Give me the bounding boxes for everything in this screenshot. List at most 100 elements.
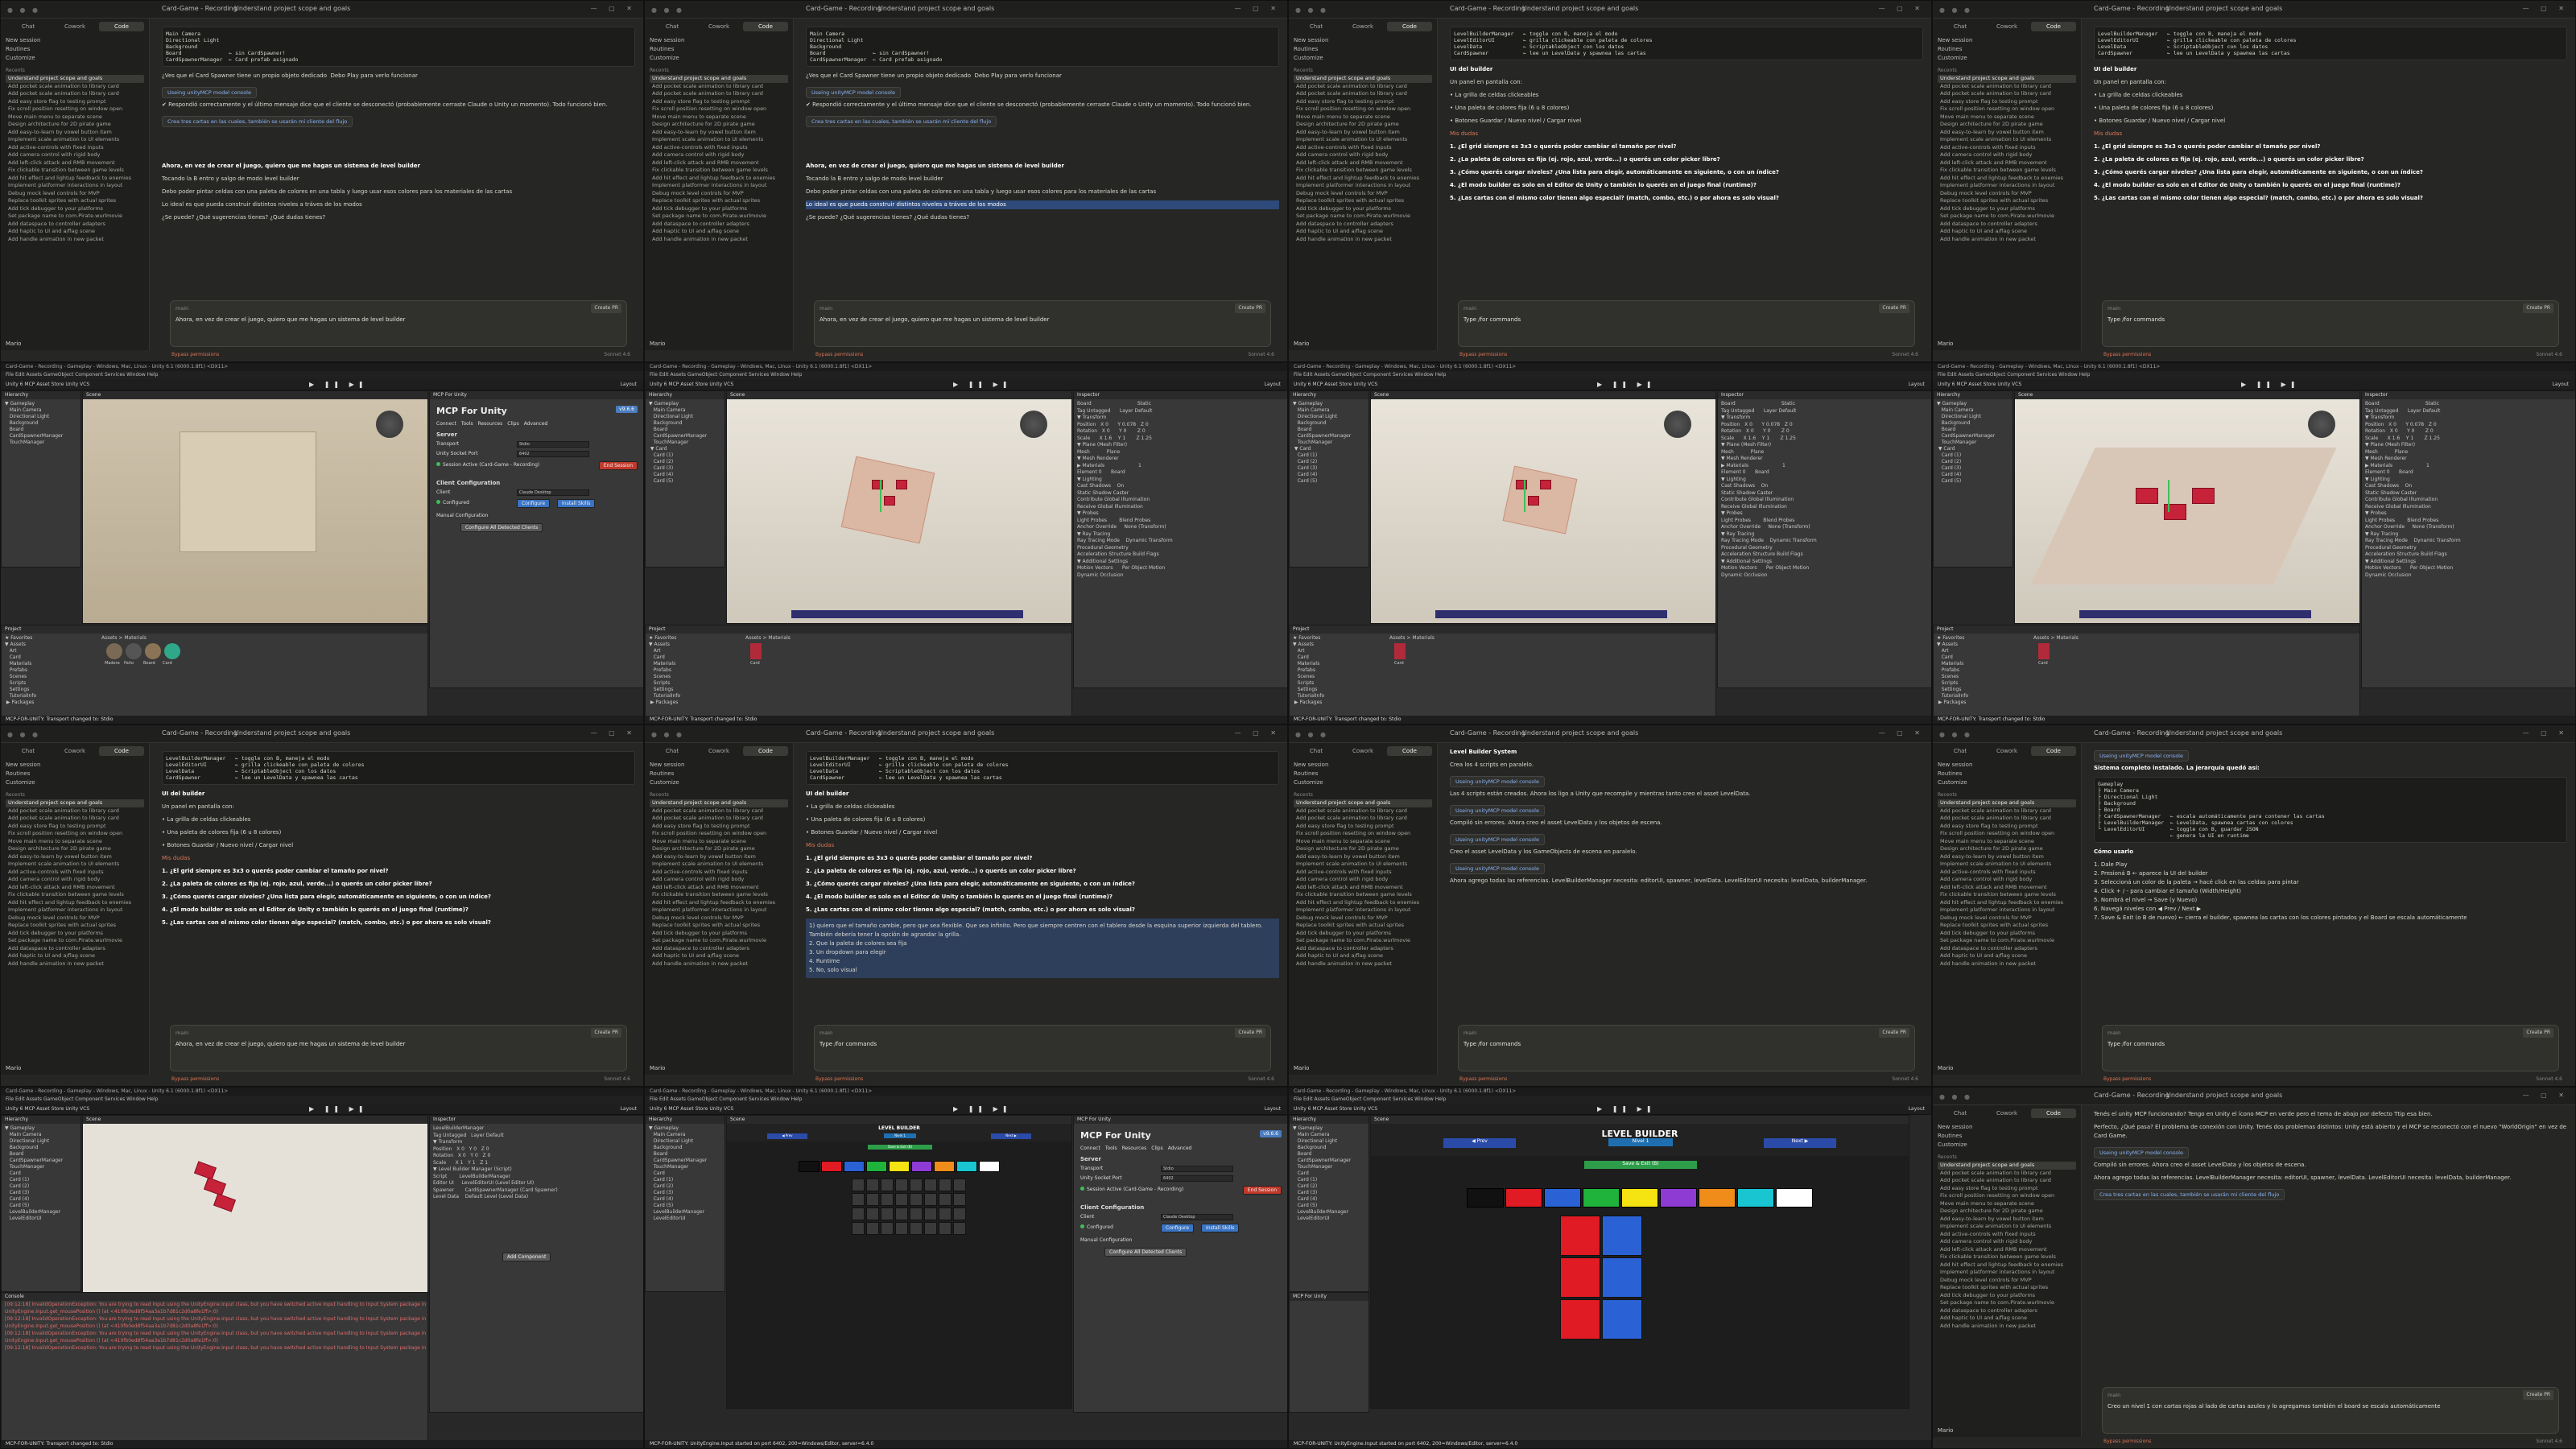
- nav-item[interactable]: Routines: [650, 45, 788, 54]
- session-item[interactable]: Replace toolkit sprites with actual spri…: [650, 922, 788, 930]
- session-item[interactable]: Add haptic to UI and a/flag scene: [1938, 952, 2076, 960]
- session-item[interactable]: Add easy-to-learn by vowel button item: [1938, 853, 2076, 861]
- session-item[interactable]: Add easy-to-learn by vowel button item: [650, 129, 788, 137]
- window-controls-icon[interactable]: ● ● ●: [7, 6, 40, 14]
- nav-item[interactable]: Customize: [650, 54, 788, 63]
- session-item[interactable]: Add active-controls with fixed inputs: [1938, 1231, 2076, 1239]
- prefab-thumb[interactable]: [750, 643, 762, 659]
- grid-cell[interactable]: [910, 1179, 923, 1191]
- board-plane[interactable]: [180, 431, 316, 552]
- permissions-badge[interactable]: Bypass permissions: [2103, 1439, 2151, 1444]
- chat-input[interactable]: main Create PR Type /for commands: [814, 1025, 1271, 1071]
- nav-item[interactable]: New session: [1294, 761, 1432, 770]
- session-item[interactable]: Add tick debugger to your platforms: [650, 930, 788, 938]
- user-name[interactable]: Mario: [1294, 1065, 1309, 1071]
- window-controls-icon[interactable]: ● ● ●: [7, 731, 40, 738]
- transform-gizmo-icon[interactable]: [2168, 480, 2169, 512]
- grid-cell[interactable]: [1602, 1257, 1642, 1298]
- grid-cell[interactable]: [939, 1179, 952, 1191]
- tab-chat[interactable]: Chat: [1938, 1108, 1983, 1118]
- grid-cell[interactable]: [953, 1179, 966, 1191]
- manual-config[interactable]: Manual Configuration: [1080, 1237, 1282, 1243]
- session-item[interactable]: Replace toolkit sprites with actual spri…: [650, 197, 788, 205]
- session-item[interactable]: Move main menu to separate scene: [650, 838, 788, 846]
- session-item[interactable]: Replace toolkit sprites with actual spri…: [1938, 197, 2076, 205]
- inspector-tab[interactable]: MCP For Unity: [430, 391, 643, 399]
- session-item[interactable]: Add pocket scale animation to library ca…: [1294, 815, 1432, 823]
- session-item[interactable]: Implement platformer interactions in lay…: [650, 182, 788, 190]
- session-item[interactable]: Add camera control with rigid body: [6, 876, 144, 884]
- mcp-subtab[interactable]: Tools: [461, 421, 473, 427]
- window-controls-icon[interactable]: ● ● ●: [651, 6, 684, 14]
- toolbar-left[interactable]: Unity 6 MCP Asset Store Unity VCS: [1294, 1106, 1377, 1112]
- session-item[interactable]: Design architecture for 2D pirate game: [6, 121, 144, 129]
- palette-swatch[interactable]: [821, 1161, 842, 1172]
- tab-cowork[interactable]: Cowork: [696, 22, 741, 31]
- mcp-subtab[interactable]: Advanced: [1168, 1146, 1192, 1151]
- session-item[interactable]: Add camera control with rigid body: [650, 876, 788, 884]
- grid-cell[interactable]: [910, 1222, 923, 1235]
- session-item[interactable]: Debug mock level controls for MVP: [1938, 914, 2076, 923]
- tab-chat[interactable]: Chat: [650, 22, 695, 31]
- card-object[interactable]: [884, 496, 895, 506]
- session-item[interactable]: Add handle animation in new packet: [1938, 960, 2076, 968]
- session-item[interactable]: Add hit effect and lightup feedback to e…: [1294, 175, 1432, 183]
- session-item[interactable]: Implement scale animation to UI elements: [650, 136, 788, 144]
- session-item[interactable]: Fix clickable transition between game le…: [650, 167, 788, 175]
- grid-cell[interactable]: [1560, 1216, 1600, 1256]
- tab-cowork[interactable]: Cowork: [52, 746, 97, 756]
- session-item[interactable]: Design architecture for 2D pirate game: [650, 121, 788, 129]
- session-item[interactable]: Add hit effect and lightup feedback to e…: [1294, 899, 1432, 907]
- nav-item[interactable]: New session: [650, 36, 788, 45]
- session-item[interactable]: Add dataspace to controller adapters: [650, 221, 788, 229]
- nav-item[interactable]: New session: [6, 761, 144, 770]
- chat-input[interactable]: main Create PR Type /for commands: [1458, 1025, 1915, 1071]
- session-item[interactable]: Add dataspace to controller adapters: [1938, 1307, 2076, 1315]
- create-pr-button[interactable]: Create PR: [591, 1028, 621, 1038]
- tab-cowork[interactable]: Cowork: [696, 746, 741, 756]
- session-item[interactable]: Add left-click attack and RMB movement: [6, 159, 144, 167]
- model-label[interactable]: Sonnet 4.6: [1248, 1076, 1274, 1082]
- tab-cowork[interactable]: Cowork: [1984, 1108, 2029, 1118]
- session-item[interactable]: Add active-controls with fixed inputs: [650, 869, 788, 877]
- session-item[interactable]: Debug mock level controls for MVP: [650, 914, 788, 923]
- inspector-content[interactable]: Board Static Tag Untagged Layer Default …: [2362, 399, 2575, 580]
- input-text[interactable]: Ahora, en vez de crear el juego, quiero …: [819, 316, 1265, 324]
- card-object[interactable]: [1528, 496, 1539, 506]
- nav-item[interactable]: Customize: [1294, 778, 1432, 787]
- hierarchy-tab[interactable]: Hierarchy: [1290, 391, 1368, 399]
- project-tab[interactable]: Project: [2, 625, 427, 634]
- save-exit-button[interactable]: Save & Exit (B): [1584, 1161, 1697, 1169]
- inspector-tab[interactable]: Inspector: [2362, 391, 2575, 399]
- session-item[interactable]: Add camera control with rigid body: [1294, 876, 1432, 884]
- tool-call-chip[interactable]: Useing unityMCP model console: [2094, 1147, 2189, 1158]
- prev-level-button[interactable]: ◀ Prev: [767, 1133, 807, 1139]
- session-item[interactable]: Add pocket scale animation to library ca…: [650, 90, 788, 98]
- palette-swatch[interactable]: [979, 1161, 1000, 1172]
- session-item[interactable]: Fix scroll position resetting on window …: [1294, 830, 1432, 838]
- user-name[interactable]: Mario: [1938, 1065, 1953, 1071]
- session-item[interactable]: Add left-click attack and RMB movement: [650, 884, 788, 892]
- nav-item[interactable]: Customize: [1938, 778, 2076, 787]
- configure-button[interactable]: Configure: [517, 499, 551, 508]
- hierarchy-tab[interactable]: Hierarchy: [2, 1116, 80, 1124]
- session-item[interactable]: Add hit effect and lightup feedback to e…: [650, 175, 788, 183]
- session-item[interactable]: Design architecture for 2D pirate game: [1938, 121, 2076, 129]
- session-item[interactable]: Understand project scope and goals: [1938, 75, 2076, 83]
- save-exit-button[interactable]: Save & Exit (B): [868, 1145, 932, 1150]
- palette-swatch[interactable]: [799, 1161, 819, 1172]
- scene-tab[interactable]: Scene: [727, 391, 1071, 399]
- card-object[interactable]: [896, 480, 907, 489]
- end-session-button[interactable]: End Session: [1242, 1186, 1282, 1195]
- palette-swatch[interactable]: [1621, 1188, 1658, 1208]
- inspector-tab[interactable]: MCP For Unity: [1290, 1293, 1368, 1301]
- session-item[interactable]: Design architecture for 2D pirate game: [1294, 845, 1432, 853]
- session-item[interactable]: Add easy store flag to testing prompt: [650, 823, 788, 831]
- session-item[interactable]: Implement scale animation to UI elements: [1294, 861, 1432, 869]
- scene-gizmo-icon[interactable]: [376, 411, 403, 438]
- session-item[interactable]: Add haptic to UI and a/flag scene: [1938, 228, 2076, 236]
- tab-cowork[interactable]: Cowork: [1340, 22, 1385, 31]
- configure-button[interactable]: Configure: [1161, 1224, 1195, 1232]
- grid-cell[interactable]: [1560, 1299, 1600, 1340]
- session-item[interactable]: Fix scroll position resetting on window …: [650, 105, 788, 114]
